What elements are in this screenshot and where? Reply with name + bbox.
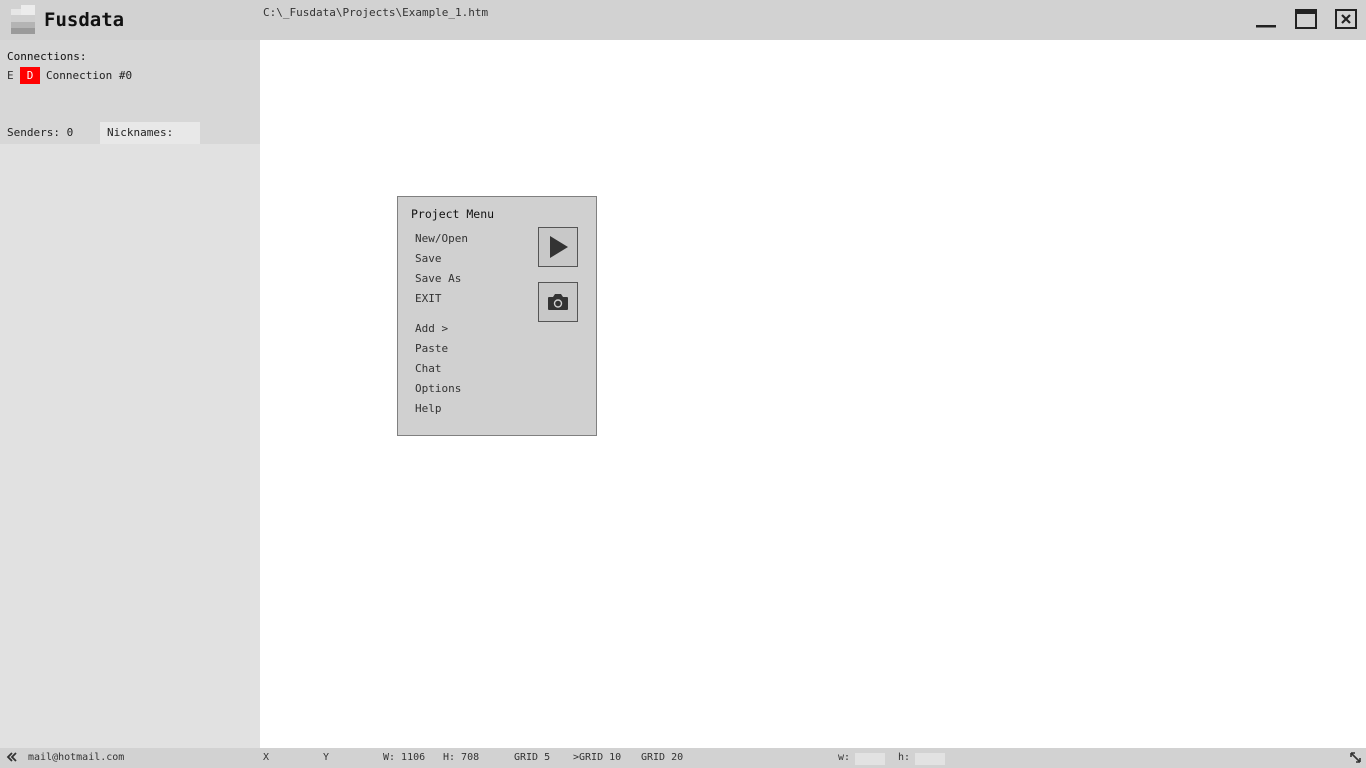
grid-20-option[interactable]: GRID 20 [641,752,683,763]
menu-item-options[interactable]: Options [415,382,461,395]
double-chevron-left-icon[interactable] [6,751,18,766]
y-coordinate-label: Y [323,752,330,763]
menu-item-new-open[interactable]: New/Open [415,232,468,245]
connection-row: E D Connection #0 [7,66,132,84]
canvas-height-readout: H: 708 [443,752,480,763]
maximize-icon[interactable] [1294,7,1318,31]
close-icon[interactable] [1334,7,1358,31]
connections-label: Connections: [7,50,87,63]
menu-item-add[interactable]: Add > [415,322,448,335]
nicknames-tab[interactable]: Nicknames: [100,122,200,144]
sidebar: Connections: E D Connection #0 Senders: … [0,40,260,748]
screenshot-button[interactable] [538,282,578,322]
nicknames-label: Nicknames: [107,126,174,139]
project-menu: Project Menu New/Open Save Save As EXIT … [397,196,597,436]
w-input[interactable] [855,753,885,765]
connection-disable-button[interactable]: D [20,66,40,84]
senders-row: Senders: 0 Nicknames: [0,122,260,144]
project-menu-title: Project Menu [411,207,495,221]
menu-item-chat[interactable]: Chat [415,362,442,375]
connection-enable-button[interactable]: E [7,69,19,82]
grid-5-option[interactable]: GRID 5 [514,752,550,763]
x-coordinate-label: X [263,752,270,763]
user-email: mail@hotmail.com [28,752,125,763]
senders-tab[interactable]: Senders: 0 [7,126,73,139]
menu-item-save[interactable]: Save [415,252,442,265]
h-input[interactable] [915,753,945,765]
app-logo-icon [11,5,35,35]
minimize-icon[interactable] [1254,7,1278,31]
grid-10-option[interactable]: >GRID 10 [573,752,621,763]
app-title: Fusdata [44,9,125,31]
camera-icon [548,294,568,310]
w-input-label: w: [838,752,851,763]
menu-item-save-as[interactable]: Save As [415,272,461,285]
play-icon [550,236,568,258]
menu-item-help[interactable]: Help [415,402,442,415]
title-bar: Fusdata C:\_Fusdata\Projects\Example_1.h… [0,0,1366,40]
connections-panel: Connections: E D Connection #0 [0,40,260,122]
menu-item-paste[interactable]: Paste [415,342,448,355]
play-button[interactable] [538,227,578,267]
status-bar: mail@hotmail.com X Y W: 1106 H: 708 GRID… [0,748,1366,768]
canvas-width-readout: W: 1106 [383,752,426,763]
resize-diagonal-icon[interactable] [1349,751,1362,767]
menu-item-exit[interactable]: EXIT [415,292,442,305]
file-path: C:\_Fusdata\Projects\Example_1.htm [263,6,489,19]
h-input-label: h: [898,752,911,763]
connection-name[interactable]: Connection #0 [46,69,132,82]
